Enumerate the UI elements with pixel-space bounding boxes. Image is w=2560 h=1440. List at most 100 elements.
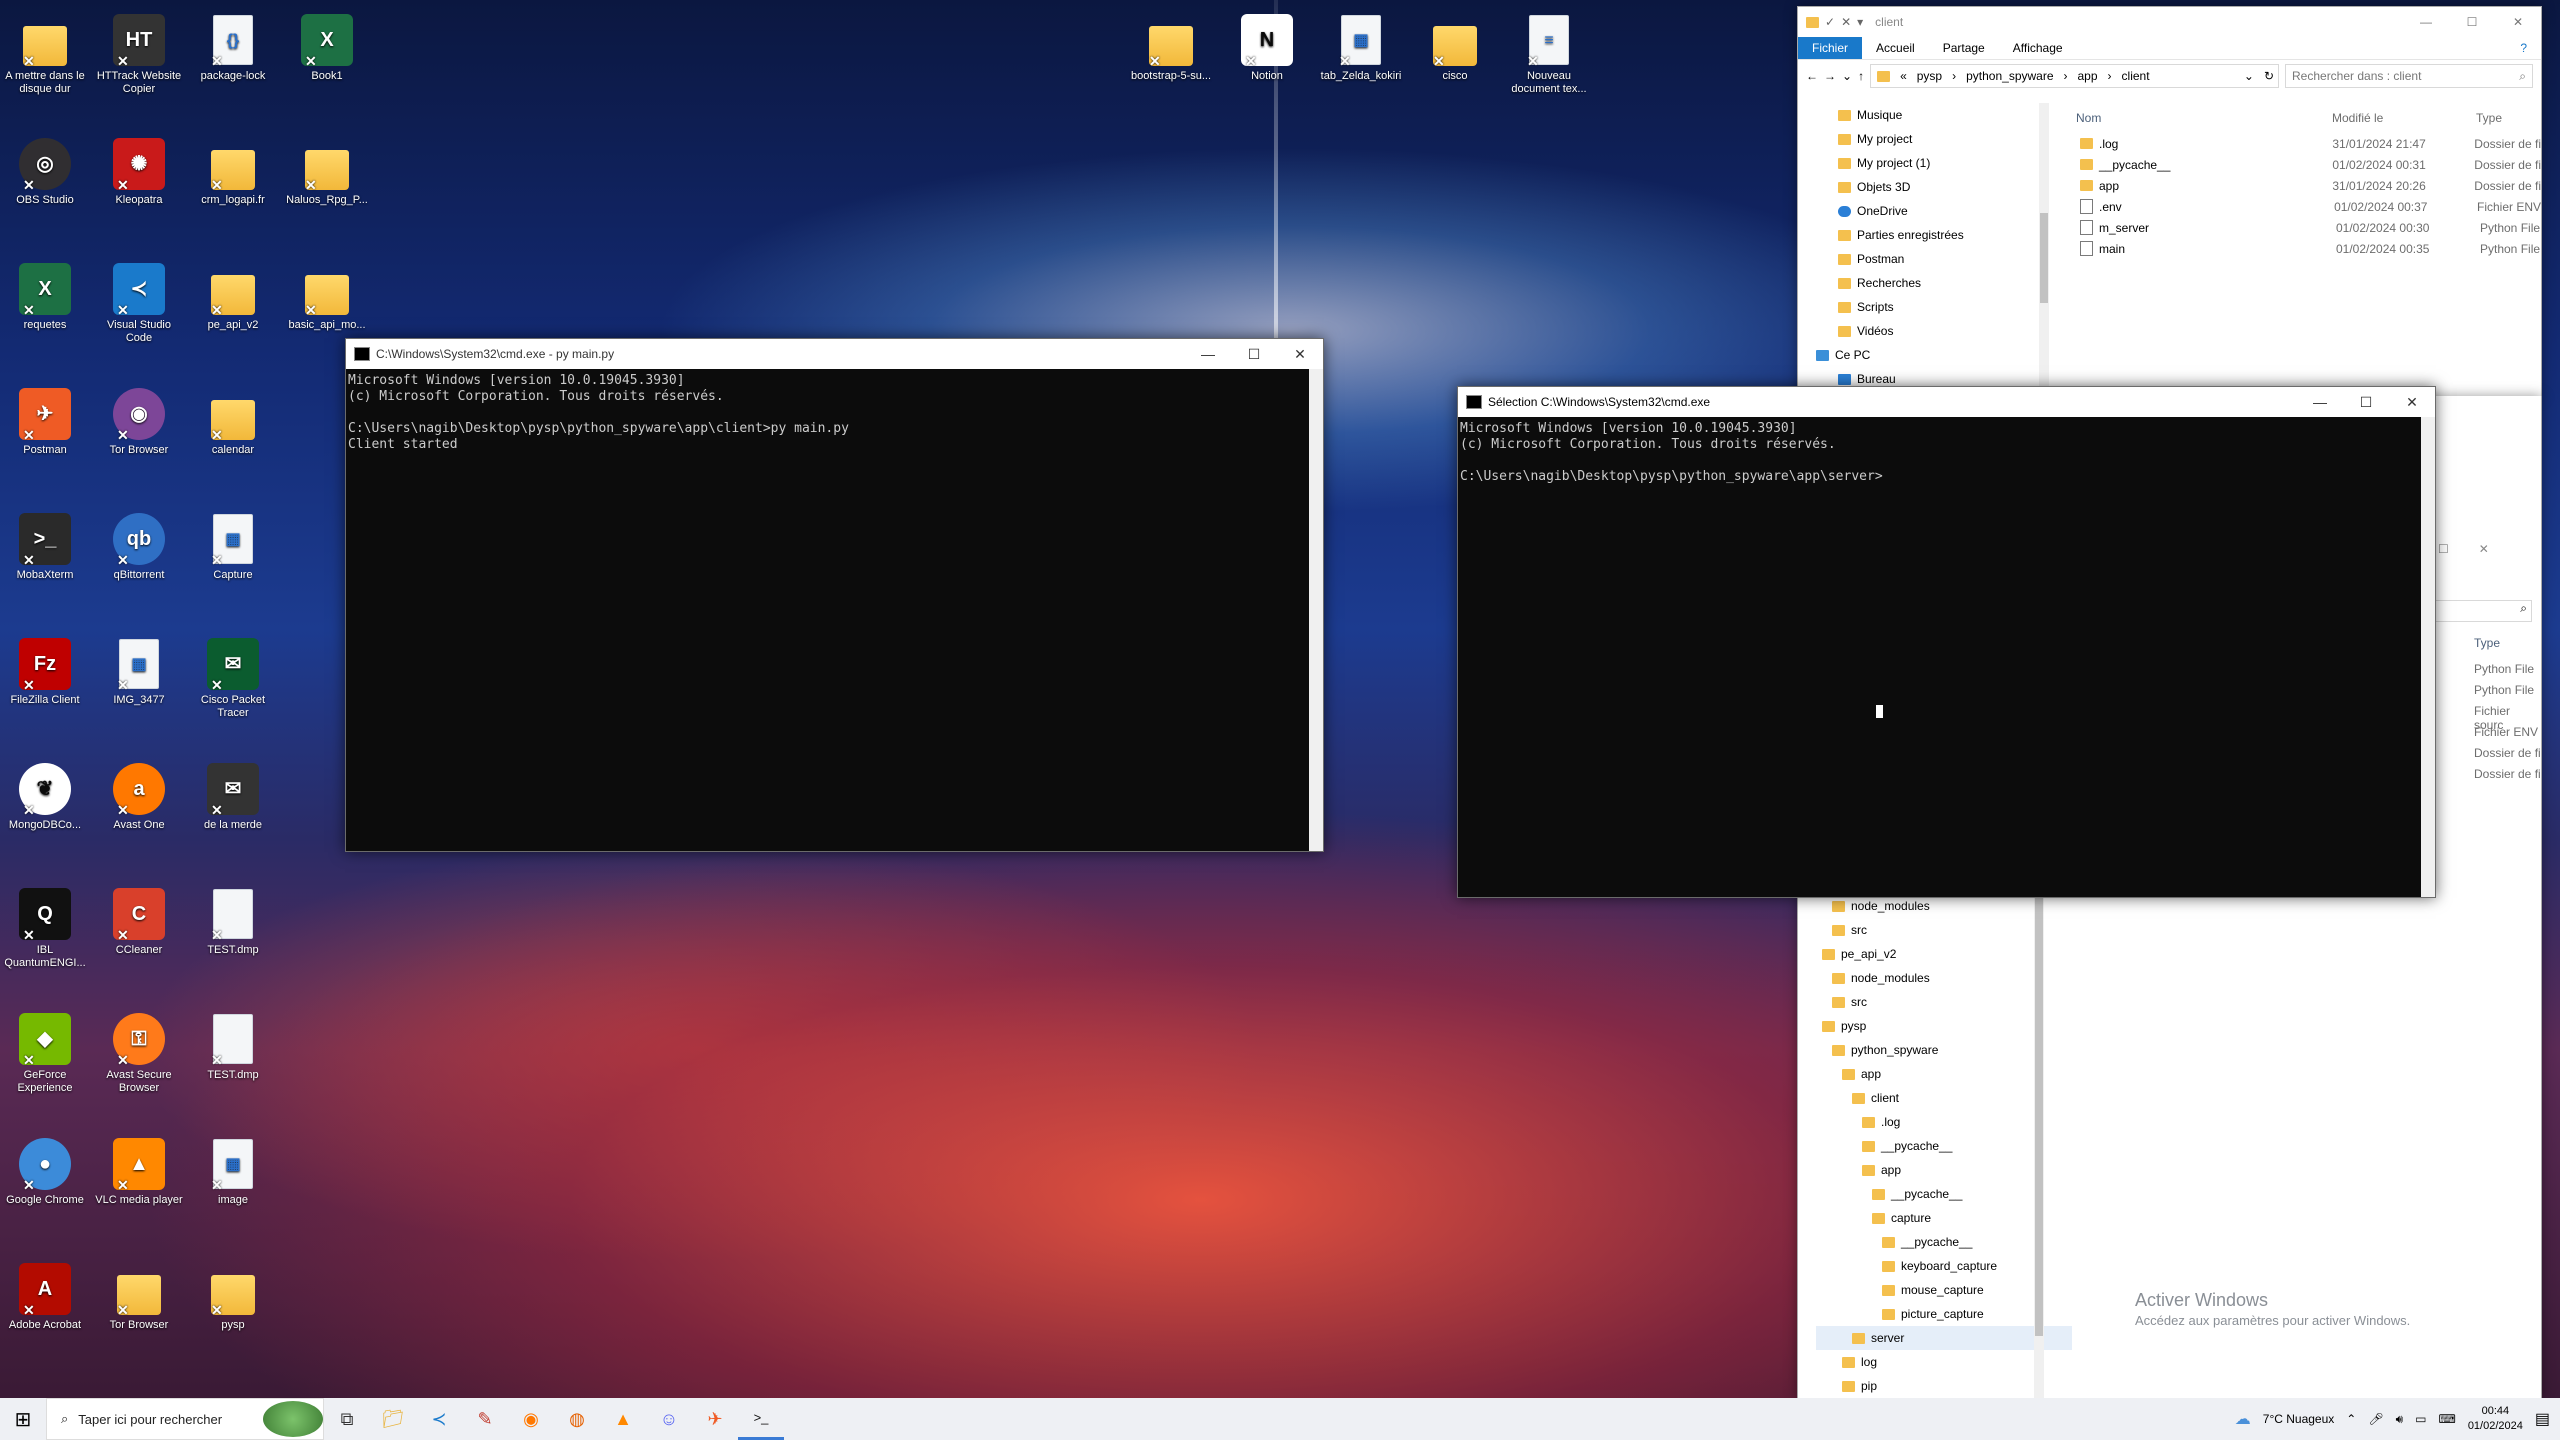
desktop-icon[interactable]: ✉ ✕ Cisco Packet Tracer [188,632,278,720]
address-bar[interactable]: « pysp › python_spyware › app › client ⌄ ↻ [1870,64,2279,88]
tree-item[interactable]: log [1816,1350,2056,1374]
tree-item[interactable]: picture_capture [1816,1302,2056,1326]
minimize-button[interactable]: — [2403,15,2449,29]
desktop-icon[interactable]: ✕ bootstrap-5-su... [1126,8,1216,83]
explorer-titlebar[interactable]: ✓ ✕ ▾ client — ☐ ✕ [1798,7,2541,37]
desktop-icon[interactable]: ✕ crm_logapi.fr [188,132,278,207]
nav-scrollbar[interactable] [2039,103,2049,397]
chevron-up-icon[interactable]: ⌃ [2346,1412,2356,1426]
nav-item[interactable]: Parties enregistrées [1812,223,2052,247]
breadcrumb-pysp[interactable]: pysp [1917,69,1942,83]
maximize-button[interactable]: ☐ [2343,387,2389,417]
desktop-icon[interactable]: ✕ Naluos_Rpg_P... [282,132,372,207]
cmd-server-output[interactable]: Microsoft Windows [version 10.0.19045.39… [1458,417,2435,489]
desktop-icon[interactable]: a ✕ Avast One [94,757,184,832]
vlc-icon[interactable]: ▲ [600,1398,646,1440]
minimize-button[interactable]: — [1185,339,1231,369]
taskbar-search[interactable]: ⌕ Taper ici pour rechercher [46,1398,324,1440]
desktop-icon[interactable]: ≺ ✕ Visual Studio Code [94,257,184,345]
clock[interactable]: 00:44 01/02/2024 [2468,1404,2523,1434]
column-modified[interactable]: Modifié le [2332,111,2476,125]
nav-item[interactable]: Musique [1812,103,2052,127]
file-row[interactable]: .log 31/01/2024 21:47 Dossier de fi [2060,133,2541,154]
cmd-server-titlebar[interactable]: Sélection C:\Windows\System32\cmd.exe — … [1458,387,2435,417]
desktop-icon[interactable]: ▲ ✕ VLC media player [94,1132,184,1207]
desktop-icon[interactable]: ✕ TEST.dmp [188,882,278,957]
desktop-icon[interactable]: Q ✕ IBL QuantumENGI... [0,882,90,970]
file-row[interactable]: .env 01/02/2024 00:37 Fichier ENV [2060,196,2541,217]
explorer-window[interactable]: ✓ ✕ ▾ client — ☐ ✕ Fichier Accueil Parta… [1797,6,2542,398]
file-explorer-icon[interactable]: 📁︎ [370,1398,416,1440]
tree-item[interactable]: app [1816,1158,2056,1182]
notification-icon[interactable]: ▤ [2535,1409,2550,1429]
desktop-icon[interactable]: HT ✕ HTTrack Website Copier [94,8,184,96]
tree-item[interactable]: __pycache__ [1816,1230,2056,1254]
address-dropdown-icon[interactable]: ⌄ [2244,69,2254,83]
desktop-icon[interactable]: qb ✕ qBittorrent [94,507,184,582]
nav-item[interactable]: Postman [1812,247,2052,271]
microphone-icon[interactable]: 🎤︎ [2368,1412,2383,1426]
close-icon[interactable]: ✕ [1841,15,1851,29]
desktop-icon[interactable]: ≡ ✕ Nouveau document tex... [1504,8,1594,96]
nav-item[interactable]: OneDrive [1812,199,2052,223]
desktop-icon[interactable]: ▦ ✕ tab_Zelda_kokiri [1316,8,1406,83]
tree-item[interactable]: keyboard_capture [1816,1254,2056,1278]
tree-item[interactable]: pip [1816,1374,2056,1398]
nav-item[interactable]: Vidéos [1812,319,2052,343]
recent-chevron-icon[interactable]: ⌄ [1842,69,1852,83]
desktop-icon[interactable]: ▦ ✕ image [188,1132,278,1207]
desktop-icon[interactable]: ✺ ✕ Kleopatra [94,132,184,207]
forward-arrow-icon[interactable]: → [1824,69,1836,83]
paint-icon[interactable]: ✎ [462,1398,508,1440]
desktop-icon[interactable]: C ✕ CCleaner [94,882,184,957]
tree-item[interactable]: __pycache__ [1816,1134,2056,1158]
tree-item[interactable]: .log [1816,1110,2056,1134]
postman-icon[interactable]: ✈ [692,1398,738,1440]
desktop-icon[interactable]: ✉ ✕ de la merde [188,757,278,832]
desktop-icon[interactable]: ◉ ✕ Tor Browser [94,382,184,457]
maximize-button[interactable]: ☐ [2449,15,2495,29]
vscode-icon[interactable]: ≺ [416,1398,462,1440]
volume-icon[interactable]: 🔊︎ [2396,1412,2404,1427]
cmd-client-window[interactable]: C:\Windows\System32\cmd.exe - py main.py… [345,338,1324,852]
keyboard-icon[interactable]: ⌨ [2438,1412,2455,1426]
refresh-icon[interactable]: ↻ [2264,69,2278,83]
back-arrow-icon[interactable]: ← [1806,69,1818,83]
cmd-client-output[interactable]: Microsoft Windows [version 10.0.19045.39… [346,369,1323,457]
desktop-icon[interactable]: ◎ ✕ OBS Studio [0,132,90,207]
desktop-icon[interactable]: ⚿ ✕ Avast Secure Browser [94,1007,184,1095]
tab-fichier[interactable]: Fichier [1798,37,1863,59]
firefox-icon[interactable]: ◍ [554,1398,600,1440]
back-search-box[interactable]: ⌕ [2434,600,2532,622]
desktop-icon[interactable]: ✈ ✕ Postman [0,382,90,457]
cmd-server-window[interactable]: Sélection C:\Windows\System32\cmd.exe — … [1457,386,2436,898]
search-box[interactable]: Rechercher dans : client ⌕ [2285,64,2533,88]
tree-item[interactable]: app [1816,1062,2056,1086]
column-type[interactable]: Type [2476,111,2502,125]
weather-text[interactable]: 7°C Nuageux [2263,1412,2335,1426]
tab-affichage[interactable]: Affichage [1999,37,2077,59]
column-name[interactable]: Nom [2060,111,2332,125]
breadcrumb-app[interactable]: app [2078,69,2098,83]
tree-item[interactable]: pysp [1816,1014,2056,1038]
desktop-icon[interactable]: {} ✕ package-lock [188,8,278,83]
cmd-client-scrollbar[interactable] [1309,369,1323,851]
task-view-icon[interactable]: ⧉ [324,1398,370,1440]
nav-scrollbar-back[interactable] [2034,856,2044,1398]
cmd-server-scrollbar[interactable] [2421,417,2435,897]
tree-item[interactable]: __pycache__ [1816,1182,2056,1206]
desktop-icon[interactable]: ▦ ✕ IMG_3477 [94,632,184,707]
help-icon[interactable]: ? [2506,37,2541,59]
breadcrumb-python-spyware[interactable]: python_spyware [1966,69,2053,83]
windows-start-button[interactable]: ⊞ [0,1398,46,1440]
nav-item[interactable]: Ce PC [1812,343,2052,367]
file-row[interactable]: m_server 01/02/2024 00:30 Python File [2060,217,2541,238]
tree-item[interactable]: mouse_capture [1816,1278,2056,1302]
close-button[interactable]: ✕ [2495,15,2541,29]
desktop-icon[interactable]: X ✕ requetes [0,257,90,332]
tab-accueil[interactable]: Accueil [1862,37,1929,59]
desktop-icon[interactable]: ✕ cisco [1410,8,1500,83]
back-close-button[interactable]: ✕ [2479,542,2489,556]
tree-item[interactable]: pe_api_v2 [1816,942,2056,966]
back-maximize-button[interactable]: ☐ [2438,542,2449,556]
